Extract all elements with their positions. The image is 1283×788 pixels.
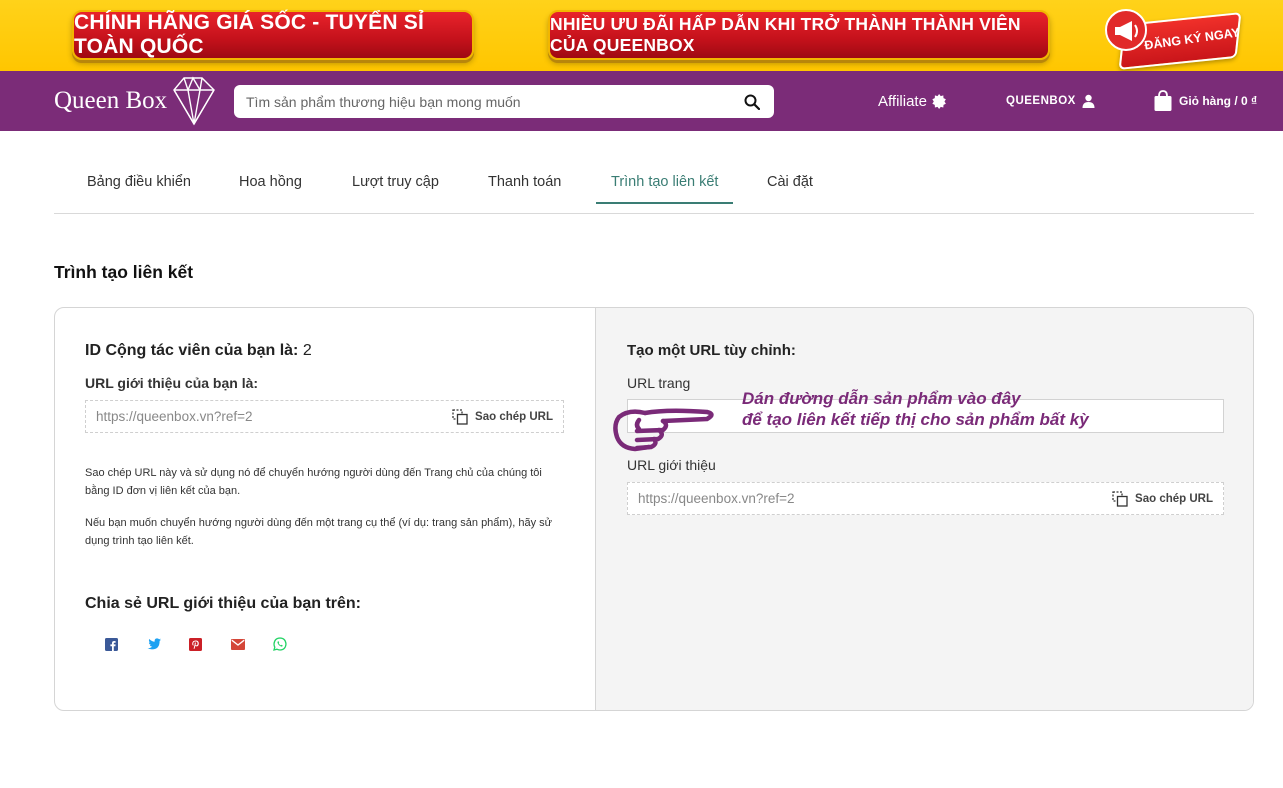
copy-generated-url-label: Sao chép URL: [1135, 492, 1213, 505]
cart-link[interactable]: Giỏ hàng / 0 ₫: [1153, 71, 1257, 131]
shopping-bag-icon: [1154, 90, 1172, 111]
paste-hint: Dán đường dẫn sản phẩm vào đây để tạo li…: [742, 388, 1089, 430]
tab-payouts[interactable]: Thanh toán: [473, 160, 576, 204]
search-input[interactable]: [246, 93, 742, 110]
search-icon[interactable]: [742, 92, 762, 112]
account-link[interactable]: QUEENBOX: [1006, 71, 1096, 131]
help-text-2: Nếu bạn muốn chuyển hướng người dùng đến…: [85, 517, 553, 547]
promo-banner-left[interactable]: CHÍNH HÃNG GIÁ SỐC - TUYỂN SỈ TOÀN QUỐC: [72, 10, 474, 60]
affiliate-id-value: 2: [302, 342, 312, 359]
tab-visits[interactable]: Lượt truy cập: [337, 160, 454, 204]
promo-banner: CHÍNH HÃNG GIÁ SỐC - TUYỂN SỈ TOÀN QUỐC …: [0, 0, 1283, 71]
custom-url-title: Tạo một URL tùy chỉnh:: [627, 342, 796, 359]
site-header: Queen Box Affiliate QUEENBOX: [0, 71, 1283, 131]
affiliate-id: ID Cộng tác viên của bạn là: 2: [85, 342, 312, 360]
badge-icon: [932, 93, 946, 109]
help-text-1: Sao chép URL này và sử dụng nó để chuyển…: [85, 467, 542, 497]
share-icons: [105, 635, 315, 653]
account-label: QUEENBOX: [1006, 95, 1076, 107]
affiliate-label: Affiliate: [878, 92, 927, 110]
copy-url-button[interactable]: Sao chép URL: [452, 408, 553, 425]
referral-panel: ID Cộng tác viên của bạn là: 2 URL giới …: [55, 308, 595, 710]
account-tabs: Bảng điều khiển Hoa hồng Lượt truy cập T…: [54, 160, 1254, 214]
copy-icon: [1112, 490, 1128, 507]
register-now-button[interactable]: ĐĂNG KÝ NGAY: [1104, 8, 1242, 70]
cart-label: Giỏ hàng / 0 ₫: [1179, 94, 1258, 108]
referral-url-value[interactable]: https://queenbox.vn?ref=2: [96, 409, 452, 424]
logo[interactable]: Queen Box: [54, 71, 215, 131]
copy-icon: [452, 408, 468, 425]
generated-url-value[interactable]: https://queenbox.vn?ref=2: [638, 491, 1112, 506]
diamond-icon: [173, 76, 215, 126]
tab-dashboard[interactable]: Bảng điều khiển: [72, 160, 206, 204]
pinterest-icon[interactable]: [189, 635, 231, 653]
twitter-icon[interactable]: [147, 635, 189, 653]
megaphone-icon: [1105, 9, 1147, 51]
tab-link-generator[interactable]: Trình tạo liên kết: [596, 160, 734, 204]
tab-commissions[interactable]: Hoa hồng: [224, 160, 317, 204]
affiliate-id-label: ID Cộng tác viên của bạn là:: [85, 342, 299, 359]
copy-url-label: Sao chép URL: [475, 410, 553, 423]
generated-url-label: URL giới thiệu: [627, 457, 716, 473]
custom-url-panel: Tạo một URL tùy chỉnh: URL trang Dán đườ…: [595, 308, 1253, 710]
paste-hint-line-1: Dán đường dẫn sản phẩm vào đây: [742, 389, 1021, 408]
email-icon[interactable]: [231, 635, 273, 653]
paste-hint-line-2: để tạo liên kết tiếp thị cho sản phẩm bấ…: [742, 410, 1089, 429]
search-bar: [234, 85, 774, 118]
referral-url-box: https://queenbox.vn?ref=2 Sao chép URL: [85, 400, 564, 433]
user-icon: [1082, 94, 1095, 108]
promo-banner-right[interactable]: NHIỀU ƯU ĐÃI HẤP DẪN KHI TRỞ THÀNH THÀNH…: [548, 10, 1050, 60]
generated-url-box: https://queenbox.vn?ref=2 Sao chép URL: [627, 482, 1224, 515]
copy-generated-url-button[interactable]: Sao chép URL: [1112, 490, 1213, 507]
logo-text: Queen Box: [54, 87, 168, 114]
link-generator-card: ID Cộng tác viên của bạn là: 2 URL giới …: [54, 307, 1254, 711]
affiliate-link[interactable]: Affiliate: [878, 71, 947, 131]
page-url-label: URL trang: [627, 375, 691, 391]
facebook-icon[interactable]: [105, 635, 147, 653]
whatsapp-icon[interactable]: [273, 635, 315, 653]
referral-url-label: URL giới thiệu của bạn là:: [85, 375, 259, 391]
page-title: Trình tạo liên kết: [54, 262, 194, 282]
pointing-hand-icon: [613, 408, 714, 452]
tab-settings[interactable]: Cài đặt: [752, 160, 828, 204]
share-title: Chia sẻ URL giới thiệu của bạn trên:: [85, 595, 362, 612]
